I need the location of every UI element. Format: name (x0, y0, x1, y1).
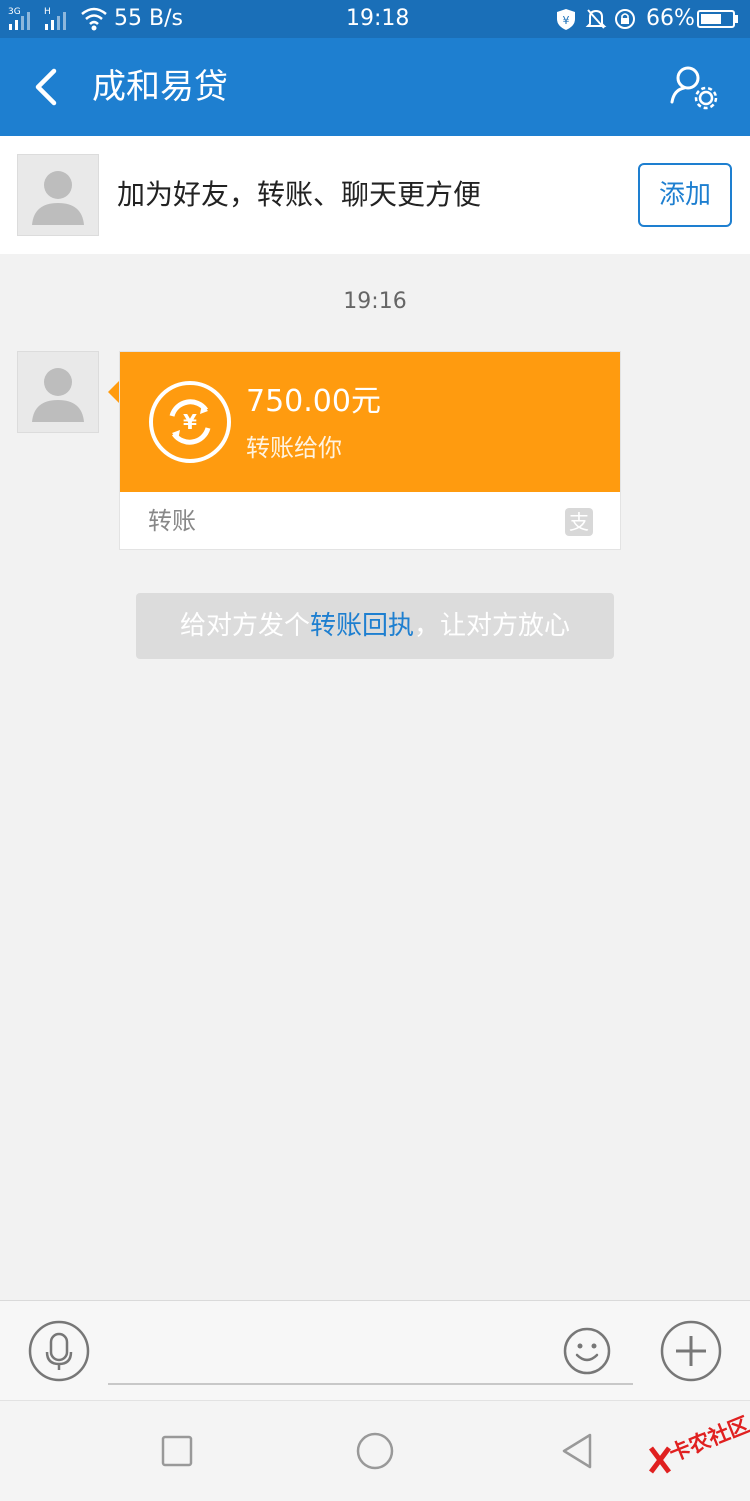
default-avatar-icon (32, 171, 84, 225)
recent-apps-button[interactable] (160, 1434, 194, 1468)
message-text-input[interactable] (108, 1383, 633, 1385)
contact-settings-button[interactable] (668, 64, 720, 114)
chat-title: 成和易贷 (92, 67, 228, 107)
receipt-hint: 给对方发个转账回执，让对方放心 (136, 593, 614, 659)
watermark: 卡农社区 (648, 1412, 750, 1487)
add-friend-button[interactable]: 添加 (638, 163, 732, 227)
home-button[interactable] (355, 1431, 395, 1471)
wifi-icon (80, 0, 108, 38)
avatar[interactable] (17, 154, 99, 236)
signal-3g-icon: 3G (8, 0, 44, 38)
shield-yen-icon: ¥ (554, 0, 578, 38)
hint-text-after: ，让对方放心 (414, 611, 571, 641)
system-navigation-bar: 卡农社区 (0, 1400, 750, 1501)
battery-percent: 66% (646, 6, 695, 31)
message-timestamp: 19:16 (343, 289, 407, 314)
transfer-card[interactable]: ¥ 750.00元 转账给你 转账 支 (119, 351, 621, 550)
transfer-footer-label: 转账 (148, 507, 196, 535)
back-button[interactable] (28, 67, 68, 107)
status-bar: 3G H 55 B/s 19:18 ¥ 66% (0, 0, 750, 38)
chat-header: 成和易贷 (0, 38, 750, 136)
plus-icon (660, 1320, 722, 1382)
transfer-card-header: ¥ 750.00元 转账给你 (120, 352, 620, 492)
transfer-subtitle: 转账给你 (246, 434, 342, 462)
network-speed: 55 B/s (114, 6, 183, 31)
triangle-back-icon (562, 1433, 592, 1469)
square-icon (161, 1435, 193, 1467)
back-nav-button[interactable] (558, 1431, 598, 1471)
default-avatar-icon (32, 368, 84, 422)
watermark-text: 卡农社区 (665, 1412, 750, 1467)
add-friend-text: 加为好友，转账、聊天更方便 (117, 178, 482, 211)
smiley-icon (563, 1327, 611, 1375)
circle-icon (356, 1432, 394, 1470)
emoji-button[interactable] (563, 1327, 611, 1375)
transfer-receipt-link[interactable]: 转账回执 (310, 611, 414, 641)
signal-h-icon: H (44, 0, 74, 38)
user-settings-icon (670, 66, 718, 110)
microphone-icon (28, 1320, 90, 1382)
rotation-lock-icon (613, 0, 637, 38)
voice-button[interactable] (28, 1320, 90, 1382)
more-button[interactable] (660, 1320, 722, 1382)
battery-icon (697, 0, 741, 38)
status-time: 19:18 (346, 6, 410, 31)
svg-text:¥: ¥ (183, 410, 197, 434)
network-h-label: H (44, 7, 51, 17)
hint-text-before: 给对方发个 (179, 611, 310, 641)
transfer-yen-icon: ¥ (148, 380, 232, 464)
network-3g-label: 3G (8, 7, 21, 17)
add-friend-banner: 加为好友，转账、聊天更方便 添加 (0, 136, 750, 254)
message-input-bar (0, 1300, 750, 1401)
transfer-amount: 750.00元 (246, 384, 381, 419)
svg-text:¥: ¥ (563, 14, 570, 27)
alipay-icon: 支 (565, 508, 593, 536)
chevron-left-icon (35, 68, 57, 106)
bell-muted-icon (584, 0, 608, 38)
sender-avatar[interactable] (17, 351, 99, 433)
